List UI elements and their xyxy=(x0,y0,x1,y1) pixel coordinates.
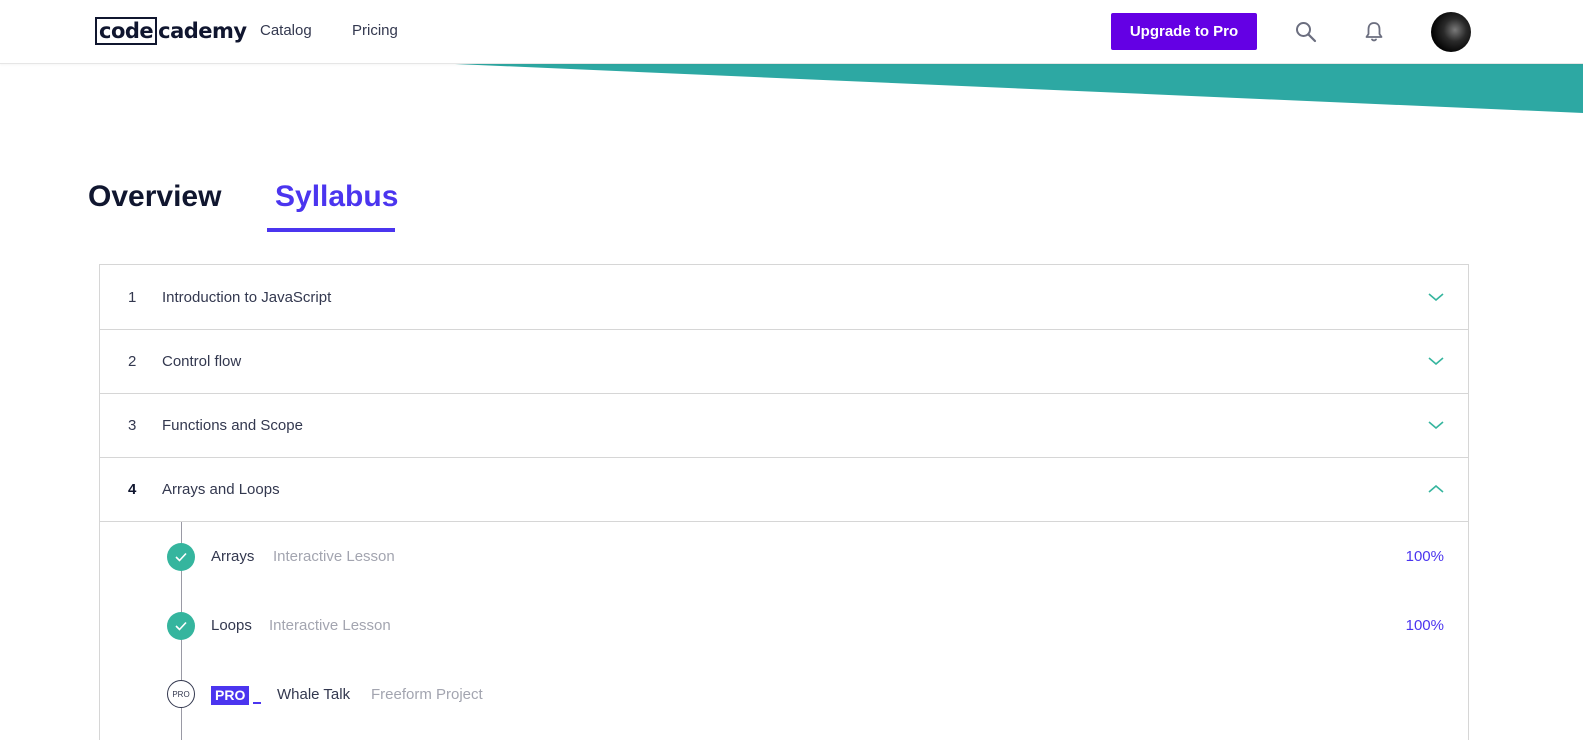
lesson-progress: 100% xyxy=(1405,617,1444,634)
top-nav-bar: code cademy Catalog Pricing Upgrade to Pr… xyxy=(0,0,1583,64)
lesson-title[interactable]: Loops xyxy=(211,617,252,634)
module-number: 4 xyxy=(128,480,137,498)
module-row-3[interactable]: 3 Functions and Scope xyxy=(100,393,1468,458)
tab-syllabus[interactable]: Syllabus xyxy=(275,180,398,214)
lesson-type: Interactive Lesson xyxy=(273,548,395,565)
module-row-2[interactable]: 2 Control flow xyxy=(100,329,1468,394)
search-icon[interactable] xyxy=(1294,20,1318,44)
module-title: Control flow xyxy=(162,352,242,370)
module-number: 2 xyxy=(128,352,137,370)
lesson-item-loops[interactable]: Loops Interactive Lesson 100% xyxy=(100,606,1468,646)
chevron-down-icon[interactable] xyxy=(1426,291,1446,303)
module-row-4[interactable]: 4 Arrays and Loops xyxy=(100,457,1468,522)
codecademy-logo[interactable]: code cademy xyxy=(95,16,247,45)
nav-catalog-link[interactable]: Catalog xyxy=(260,22,312,39)
module-number: 1 xyxy=(128,288,137,306)
module-number: 3 xyxy=(128,416,137,434)
module-title: Introduction to JavaScript xyxy=(162,288,332,306)
chevron-up-icon[interactable] xyxy=(1426,483,1446,495)
checkmark-icon xyxy=(167,543,195,571)
lesson-item-whale-talk[interactable]: PRO PRO Whale Talk Freeform Project xyxy=(100,675,1468,715)
active-tab-underline xyxy=(267,228,395,232)
module-row-1[interactable]: 1 Introduction to JavaScript xyxy=(100,265,1468,330)
logo-boxed-text: code xyxy=(95,16,158,45)
tab-overview[interactable]: Overview xyxy=(88,180,221,214)
chevron-down-icon[interactable] xyxy=(1426,419,1446,431)
pro-badge: PRO xyxy=(211,686,262,705)
syllabus-accordion: 1 Introduction to JavaScript 2 Control f… xyxy=(99,264,1469,740)
pro-badge-cursor xyxy=(253,702,262,704)
nav-pricing-link[interactable]: Pricing xyxy=(352,22,398,39)
chevron-down-icon[interactable] xyxy=(1426,355,1446,367)
bell-icon[interactable] xyxy=(1362,20,1386,44)
pro-badge-label: PRO xyxy=(211,686,250,705)
lesson-item-arrays[interactable]: Arrays Interactive Lesson 100% xyxy=(100,537,1468,577)
module-title: Functions and Scope xyxy=(162,416,303,434)
upgrade-to-pro-button[interactable]: Upgrade to Pro xyxy=(1111,13,1257,50)
lesson-title[interactable]: Whale Talk xyxy=(277,686,350,703)
module-title: Arrays and Loops xyxy=(162,480,280,498)
lesson-type: Interactive Lesson xyxy=(269,617,391,634)
user-avatar[interactable] xyxy=(1431,12,1471,52)
lesson-type: Freeform Project xyxy=(371,686,483,703)
lesson-progress: 100% xyxy=(1405,548,1444,565)
logo-rest-text: cademy xyxy=(158,18,247,43)
pro-lock-icon: PRO xyxy=(167,680,195,708)
checkmark-icon xyxy=(167,612,195,640)
lesson-title[interactable]: Arrays xyxy=(211,548,254,565)
teal-banner-decoration xyxy=(455,64,1583,113)
